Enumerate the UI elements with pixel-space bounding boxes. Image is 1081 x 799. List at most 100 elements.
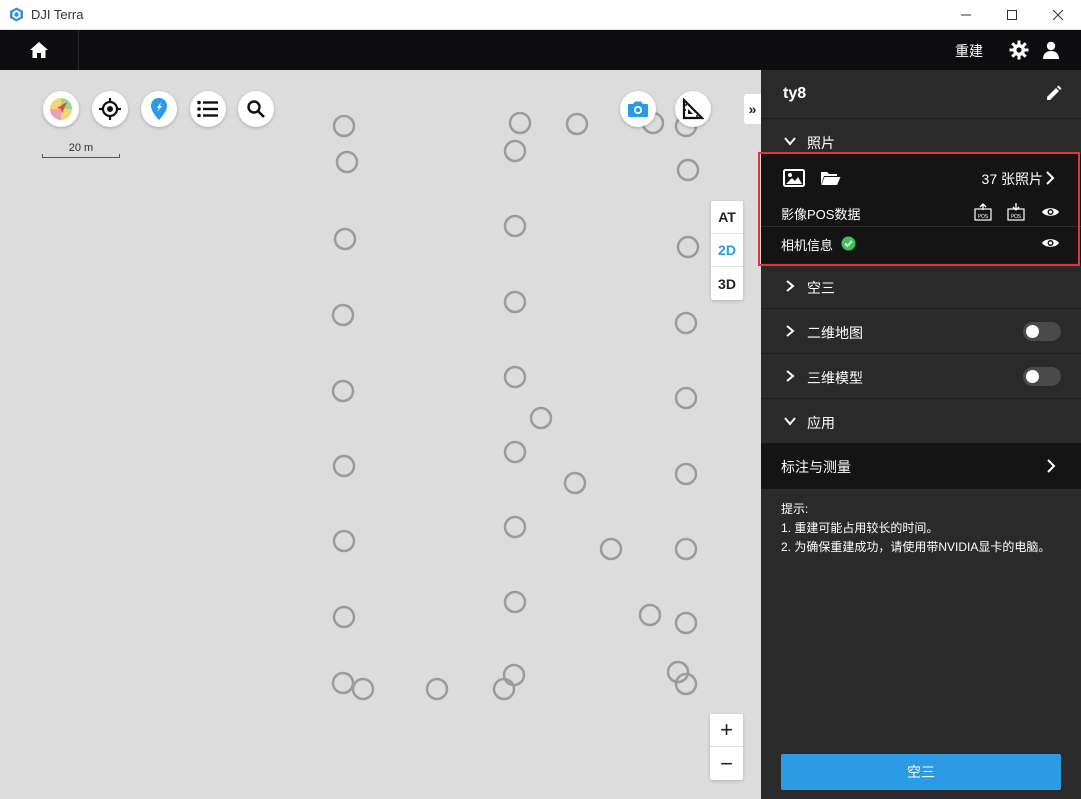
project-title: ty8 xyxy=(783,85,807,102)
chevron-down-icon xyxy=(784,137,796,146)
view-mode-switcher: AT 2D 3D xyxy=(711,201,743,300)
gear-icon[interactable] xyxy=(1009,40,1029,60)
map-view[interactable]: » 20 m AT 2D 3D + − xyxy=(0,70,761,799)
section-applications[interactable]: 应用 xyxy=(761,398,1081,443)
photo-point[interactable] xyxy=(508,111,532,135)
eye-icon[interactable] xyxy=(1041,237,1060,249)
maximize-button[interactable] xyxy=(989,0,1035,30)
photo-point[interactable] xyxy=(674,386,698,410)
photo-point[interactable] xyxy=(503,290,527,314)
image-icon[interactable] xyxy=(783,169,805,187)
locate-button[interactable] xyxy=(92,91,128,127)
project-panel: ty8 照片 37 张照片 影像POS数据 POS POS 相机信息 空三 二维… xyxy=(761,70,1081,799)
home-icon xyxy=(30,42,48,58)
camera-button[interactable] xyxy=(620,91,656,127)
folder-open-icon[interactable] xyxy=(820,170,841,186)
photo-point[interactable] xyxy=(503,139,527,163)
section-3d-model[interactable]: 三维模型 xyxy=(761,353,1081,398)
photo-point[interactable] xyxy=(503,214,527,238)
section-2d-map[interactable]: 二维地图 xyxy=(761,308,1081,353)
photo-point[interactable] xyxy=(331,379,355,403)
scale-line xyxy=(42,154,120,158)
photo-point[interactable] xyxy=(676,235,700,259)
photo-point[interactable] xyxy=(503,590,527,614)
photo-point[interactable] xyxy=(332,454,356,478)
photo-point[interactable] xyxy=(492,677,516,701)
photo-point[interactable] xyxy=(565,112,589,136)
chevron-right-icon[interactable] xyxy=(1045,171,1055,185)
collapse-panel-button[interactable]: » xyxy=(744,94,761,124)
rebuild-menu[interactable]: 重建 xyxy=(955,41,983,61)
edit-icon[interactable] xyxy=(1045,85,1062,102)
scale-label: 20 m xyxy=(68,142,94,154)
search-button[interactable] xyxy=(238,91,274,127)
chevron-right-icon xyxy=(786,280,795,292)
list-icon xyxy=(197,100,218,118)
photo-points-layer xyxy=(331,111,700,701)
3d-model-toggle[interactable] xyxy=(1023,367,1061,386)
photo-point[interactable] xyxy=(529,406,553,430)
photo-point[interactable] xyxy=(425,677,449,701)
photo-point[interactable] xyxy=(503,365,527,389)
photo-point[interactable] xyxy=(503,515,527,539)
start-at-button[interactable]: 空三 xyxy=(781,754,1061,790)
view-mode-2d[interactable]: 2D xyxy=(711,234,743,267)
photo-point[interactable] xyxy=(674,611,698,635)
annotate-measure-item[interactable]: 标注与测量 xyxy=(761,443,1081,489)
minimize-button[interactable] xyxy=(943,0,989,30)
zoom-in-button[interactable]: + xyxy=(710,714,743,747)
photo-point[interactable] xyxy=(563,471,587,495)
photo-count[interactable]: 37 张照片 xyxy=(982,169,1043,189)
section-at-label: 空三 xyxy=(807,280,835,296)
map-pin-icon xyxy=(151,98,167,120)
photo-point[interactable] xyxy=(335,150,359,174)
map-layer-button[interactable] xyxy=(43,91,79,127)
zoom-out-button[interactable]: − xyxy=(710,747,743,780)
section-photos-label: 照片 xyxy=(807,135,835,151)
tips-title: 提示: xyxy=(781,502,809,516)
photo-point[interactable] xyxy=(331,671,355,695)
photo-point[interactable] xyxy=(674,462,698,486)
scale-bar: 20 m xyxy=(42,142,120,158)
pin-button[interactable] xyxy=(141,91,177,127)
view-mode-3d[interactable]: 3D xyxy=(711,267,743,300)
annotate-measure-label: 标注与测量 xyxy=(781,459,851,475)
camera-icon xyxy=(628,101,648,117)
project-header: ty8 xyxy=(761,70,1081,118)
photo-point[interactable] xyxy=(502,663,526,687)
pos-data-row: 影像POS数据 POS POS xyxy=(761,197,1081,227)
photo-point[interactable] xyxy=(331,303,355,327)
2d-map-toggle[interactable] xyxy=(1023,322,1061,341)
photo-point[interactable] xyxy=(332,605,356,629)
list-button[interactable] xyxy=(190,91,226,127)
view-mode-at[interactable]: AT xyxy=(711,201,743,234)
app-logo-icon xyxy=(10,7,23,22)
pos-export-icon[interactable]: POS xyxy=(973,203,993,221)
tip-item: 1. 重建可能占用较长的时间。 xyxy=(781,521,939,535)
chevron-right-icon xyxy=(1047,459,1056,473)
photo-point[interactable] xyxy=(333,227,357,251)
photo-point[interactable] xyxy=(638,603,662,627)
photo-point[interactable] xyxy=(503,440,527,464)
eye-icon[interactable] xyxy=(1041,206,1060,218)
photo-point[interactable] xyxy=(332,114,356,138)
photo-point[interactable] xyxy=(674,537,698,561)
pos-import-icon[interactable]: POS xyxy=(1006,202,1026,221)
user-icon[interactable] xyxy=(1041,40,1061,60)
photo-point[interactable] xyxy=(332,529,356,553)
svg-text:POS: POS xyxy=(978,214,988,220)
photo-point[interactable] xyxy=(676,158,700,182)
section-3d-model-label: 三维模型 xyxy=(807,370,863,386)
camera-info-label: 相机信息 xyxy=(781,238,834,253)
close-button[interactable] xyxy=(1035,0,1081,30)
tips-block: 提示: 1. 重建可能占用较长的时间。 2. 为确保重建成功，请使用带NVIDI… xyxy=(781,500,1050,557)
photo-point[interactable] xyxy=(351,677,375,701)
photo-point[interactable] xyxy=(599,537,623,561)
section-2d-map-label: 二维地图 xyxy=(807,325,863,341)
photo-point[interactable] xyxy=(674,311,698,335)
measure-button[interactable] xyxy=(675,91,711,127)
home-button[interactable] xyxy=(0,30,79,70)
chevron-right-icon xyxy=(786,325,795,337)
tip-item: 2. 为确保重建成功，请使用带NVIDIA显卡的电脑。 xyxy=(781,540,1051,554)
section-aerotriangulation[interactable]: 空三 xyxy=(761,263,1081,308)
